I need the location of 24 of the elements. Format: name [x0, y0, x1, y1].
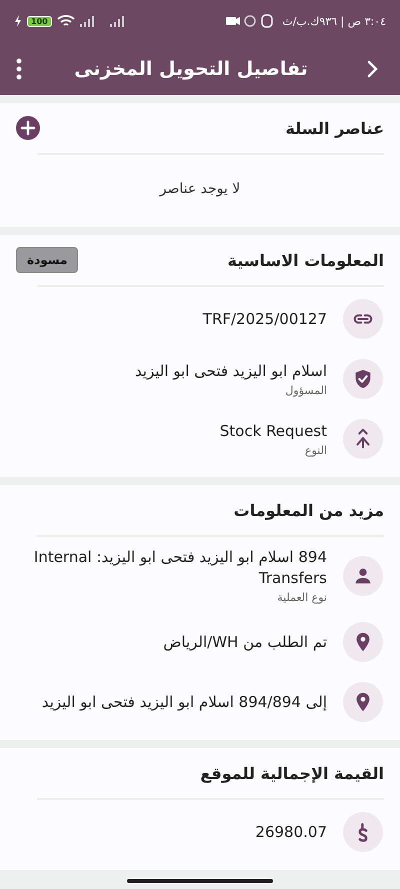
more-menu-icon[interactable]: [16, 58, 22, 80]
currency-icon: [358, 822, 368, 842]
status-time: ٣:٠٤ ص | ٩٣٦ك.ب/ث: [282, 14, 386, 28]
field-label: المسؤول: [285, 384, 327, 397]
section-title: عناصر السلة: [286, 118, 384, 138]
section-title: المعلومات الاساسية: [228, 250, 384, 270]
field-label: النوع: [305, 444, 327, 457]
battery-icon: 100: [27, 16, 52, 26]
section-title: مزيد من المعلومات: [234, 500, 384, 520]
field-value: تم الطلب من WH/الرياض: [163, 632, 327, 652]
wifi-icon: [56, 14, 75, 28]
charging-icon: [14, 15, 22, 27]
field-value: 894 اسلام ابو اليزيد فتحى ابو اليزيد: Internal Transfers: [32, 547, 327, 589]
field-value: إلى 894/894 اسلام ابو اليزيد فتحى ابو اليزيد: [42, 692, 327, 712]
field-value: Stock Request: [220, 421, 327, 442]
add-button[interactable]: [16, 116, 40, 140]
field-value: 26980.07: [255, 822, 327, 842]
status-badge: مسودة: [16, 247, 78, 273]
screen-title: تفاصيل التحويل المخزنى: [73, 58, 309, 80]
field-label: نوع العملية: [277, 591, 327, 604]
section-title: القيمة الإجمالية للموقع: [200, 764, 384, 782]
empty-message: لا يوجد عناصر: [160, 180, 240, 199]
field-value: اسلام ابو اليزيد فتحى ابو اليزيد: [134, 361, 327, 382]
field-value: TRF/2025/00127: [202, 308, 327, 330]
